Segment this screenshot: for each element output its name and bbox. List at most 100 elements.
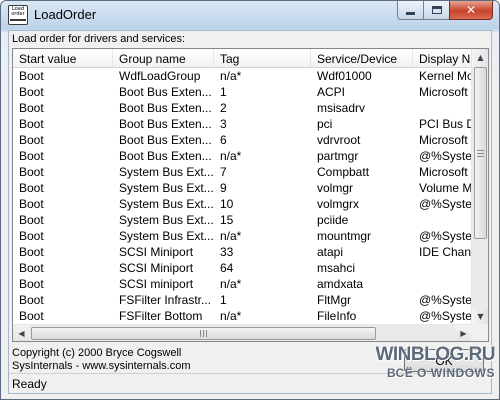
cell-service-device: FileInfo (317, 309, 357, 323)
client-area: Load order for drivers and services: Sta… (8, 30, 492, 394)
load-order-list[interactable]: Start value Group name Tag Service/Devic… (12, 48, 489, 342)
column-header-service-device[interactable]: Service/Device (311, 49, 413, 67)
cell-tag: 7 (220, 165, 227, 179)
table-row[interactable]: Boot Boot Bus Exten... 2 msisadrv (13, 100, 472, 116)
cell-tag: 33 (220, 245, 234, 259)
table-row[interactable]: Boot System Bus Ext... 15 pciide (13, 212, 472, 228)
cell-service-device: volmgr (317, 181, 354, 195)
horizontal-scroll-thumb[interactable] (31, 327, 376, 340)
table-row[interactable]: Boot System Bus Ext... n/a* mountmgr @%Syste… (13, 228, 472, 244)
cell-service-device: pci (317, 117, 333, 131)
cell-service-device: pciide (317, 213, 349, 227)
table-row[interactable]: Boot FSFilter Bottom n/a* FileInfo @%System (13, 308, 472, 324)
loadorder-app-icon: Load order (8, 5, 28, 25)
cell-start-value: Boot (19, 197, 44, 211)
cell-start-value: Boot (19, 277, 44, 291)
cell-display-name: Kernel Mo (419, 69, 472, 83)
cell-display-name: @%System (419, 309, 472, 323)
status-text: Ready (12, 377, 47, 391)
watermark-sub: ВСЁ О WINDOWS (386, 366, 495, 380)
cell-service-device: vdrvroot (317, 133, 361, 147)
cell-tag: 6 (220, 133, 227, 147)
cell-service-device: atapi (317, 245, 344, 259)
cell-group-name: FSFilter Infrastr... (119, 293, 212, 307)
minimize-icon (406, 12, 415, 15)
grip-icon (200, 330, 207, 337)
cell-start-value: Boot (19, 181, 44, 195)
cell-service-device: FltMgr (317, 293, 351, 307)
cell-display-name: @%System (419, 149, 472, 163)
cell-service-device: volmgrx (317, 197, 360, 211)
app-icon-text: Load order (11, 6, 25, 17)
cell-display-name: Microsoft (419, 133, 468, 147)
cell-display-name: @%System (419, 293, 472, 307)
column-header-tag[interactable]: Tag (214, 49, 311, 67)
cell-tag: 10 (220, 197, 234, 211)
column-header-start-value[interactable]: Start value (13, 49, 113, 67)
cell-start-value: Boot (19, 293, 44, 307)
table-row[interactable]: Boot FSFilter Infrastr... 1 FltMgr @%System (13, 292, 472, 308)
watermark-logo: WINBLOG.RU ВСЁ О WINDOWS (350, 344, 495, 388)
cell-group-name: SCSI Miniport (119, 245, 194, 259)
scroll-up-icon: ▲ (477, 53, 484, 62)
caption-buttons: ✕ (397, 1, 493, 20)
scroll-up-button[interactable]: ▲ (472, 49, 488, 66)
watermark-main: WINBLOG.RU (375, 344, 495, 365)
cell-service-device: msisadrv (317, 101, 366, 115)
table-row[interactable]: Boot SCSI miniport n/a* amdxata (13, 276, 472, 292)
cell-start-value: Boot (19, 245, 44, 259)
cell-group-name: Boot Bus Exten... (119, 149, 212, 163)
cell-group-name: Boot Bus Exten... (119, 101, 212, 115)
cell-start-value: Boot (19, 117, 44, 131)
scroll-right-button[interactable]: ▶ (455, 325, 472, 341)
cell-service-device: Compbatt (317, 165, 370, 179)
cell-tag: 15 (220, 213, 234, 227)
cell-group-name: System Bus Ext... (119, 181, 214, 195)
cell-service-device: amdxata (317, 277, 364, 291)
table-row[interactable]: Boot System Bus Ext... 10 volmgrx @%System (13, 196, 472, 212)
cell-start-value: Boot (19, 213, 44, 227)
cell-display-name (413, 276, 472, 292)
table-row[interactable]: Boot System Bus Ext... 7 Compbatt Microsoft (13, 164, 472, 180)
cell-tag: 1 (220, 293, 227, 307)
cell-group-name: System Bus Ext... (119, 213, 214, 227)
column-header-display-name[interactable]: Display Na (413, 49, 472, 67)
table-row[interactable]: Boot Boot Bus Exten... 1 ACPI Microsoft (13, 84, 472, 100)
cell-display-name: PCI Bus Dr (419, 117, 472, 131)
table-row[interactable]: Boot Boot Bus Exten... 6 vdrvroot Microsoft (13, 132, 472, 148)
cell-group-name: Boot Bus Exten... (119, 85, 212, 99)
cell-tag: 64 (220, 261, 234, 275)
cell-display-name (413, 212, 472, 228)
minimize-button[interactable] (397, 1, 423, 20)
list-body: Boot WdfLoadGroup n/a* Wdf01000 Kernel Mo Boo… (13, 68, 472, 325)
table-row[interactable]: Boot SCSI Miniport 64 msahci (13, 260, 472, 276)
scroll-left-button[interactable]: ◀ (13, 325, 30, 341)
table-row[interactable]: Boot System Bus Ext... 9 volmgr Volume M (13, 180, 472, 196)
window-title: LoadOrder (34, 7, 97, 22)
table-row[interactable]: Boot Boot Bus Exten... 3 pci PCI Bus Dr (13, 116, 472, 132)
cell-group-name: System Bus Ext... (119, 165, 214, 179)
column-header-group-name[interactable]: Group name (113, 49, 214, 67)
scroll-left-icon: ◀ (18, 329, 25, 338)
cell-group-name: System Bus Ext... (119, 229, 214, 243)
scroll-down-button[interactable]: ▼ (472, 308, 488, 325)
cell-group-name: SCSI miniport (119, 277, 194, 291)
cell-tag: n/a* (220, 229, 242, 243)
cell-display-name: @%System (419, 197, 472, 211)
maximize-button[interactable] (423, 1, 449, 20)
cell-tag: 1 (220, 85, 227, 99)
close-button[interactable]: ✕ (449, 1, 493, 20)
vertical-scroll-thumb[interactable] (474, 67, 487, 239)
title-bar[interactable]: Load order LoadOrder ✕ (1, 1, 499, 29)
table-row[interactable]: Boot SCSI Miniport 33 atapi IDE Chann (13, 244, 472, 260)
scroll-down-icon: ▼ (477, 312, 484, 321)
sysinternals-line: SysInternals - www.sysinternals.com (12, 360, 191, 372)
horizontal-scrollbar[interactable]: ◀ ▶ (13, 324, 472, 341)
cell-start-value: Boot (19, 133, 44, 147)
table-row[interactable]: Boot Boot Bus Exten... n/a* partmgr @%System (13, 148, 472, 164)
table-row[interactable]: Boot WdfLoadGroup n/a* Wdf01000 Kernel Mo (13, 68, 472, 84)
loadorder-window: Load order LoadOrder ✕ Load order for dr… (0, 0, 500, 400)
cell-display-name: IDE Chann (419, 245, 472, 259)
cell-display-name: Volume M (419, 181, 472, 195)
vertical-scrollbar[interactable]: ▲ ▼ (471, 49, 488, 325)
